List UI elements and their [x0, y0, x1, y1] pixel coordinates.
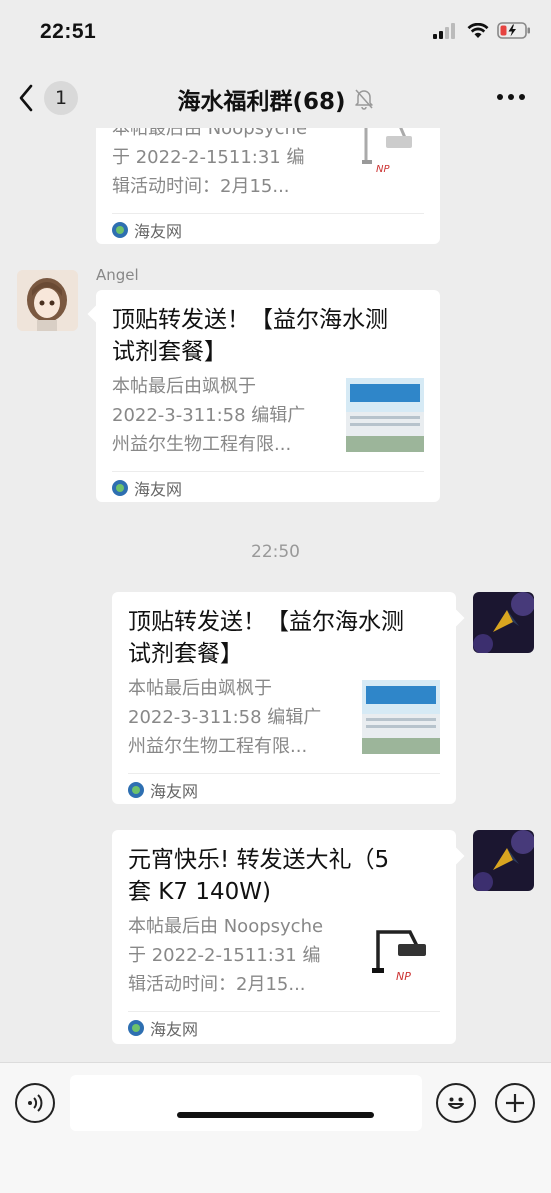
card-thumbnail: [346, 378, 424, 452]
building-image-icon: [362, 680, 440, 754]
voice-input-button[interactable]: [15, 1083, 55, 1123]
light-fixture-image-icon: NP: [362, 128, 412, 175]
card-title: 顶贴转发送！【益尔海水测 试剂套餐】: [112, 307, 388, 365]
message-timestamp: 22:50: [251, 542, 300, 562]
source-logo-icon: [128, 781, 144, 798]
smiley-icon: [448, 1097, 464, 1109]
link-card-message[interactable]: 顶贴转发送！【益尔海水测 试剂套餐】 本帖最后由飒枫于 2022-3-311:5…: [96, 290, 440, 502]
card-source: 海友网: [128, 773, 440, 805]
building-image-icon: [346, 378, 424, 452]
chat-message-list[interactable]: 本帖最后由 Noopsyche 于 2022-2-1511:31 编 辑活动时间…: [0, 128, 551, 1062]
fish-avatar-icon: [473, 830, 534, 891]
status-icons: [433, 22, 531, 39]
card-description: 本帖最后由飒枫于 2022-3-311:58 编辑广 州益尔生物工程有限...: [128, 678, 322, 757]
plus-icon: [506, 1094, 524, 1112]
card-description: 本帖最后由 Noopsyche 于 2022-2-1511:31 编 辑活动时间…: [112, 128, 308, 197]
status-time: 22:51: [40, 20, 97, 43]
card-title: 顶贴转发送！【益尔海水测 试剂套餐】: [128, 609, 404, 667]
message-input-bar: [0, 1062, 551, 1193]
avatar[interactable]: [473, 592, 534, 653]
card-thumbnail: NP: [346, 128, 424, 188]
cellular-signal-icon: [433, 22, 455, 39]
fish-avatar-icon: [473, 592, 534, 653]
link-card-message[interactable]: 元宵快乐! 转发送大礼（5 套 K7 140W) 本帖最后由 Noopsyche…: [112, 830, 456, 1044]
muted-bell-icon: [354, 89, 373, 110]
card-description: 本帖最后由飒枫于 2022-3-311:58 编辑广 州益尔生物工程有限...: [112, 376, 306, 455]
avatar[interactable]: [473, 830, 534, 891]
anime-girl-avatar-icon: [17, 270, 78, 331]
card-source: 海友网: [112, 213, 424, 245]
source-logo-icon: [128, 1019, 144, 1036]
light-fixture-image-icon: NP: [372, 930, 426, 983]
wifi-icon: [467, 22, 489, 38]
sender-name: Angel: [96, 266, 139, 284]
card-description: 本帖最后由 Noopsyche 于 2022-2-1511:31 编 辑活动时间…: [128, 916, 324, 995]
card-source: 海友网: [128, 1011, 440, 1043]
source-logo-icon: [112, 221, 128, 238]
home-indicator: [177, 1112, 374, 1118]
svg-text:NP: NP: [376, 164, 390, 175]
card-title: 元宵快乐! 转发送大礼（5 套 K7 140W): [128, 847, 390, 905]
voice-wave-icon: [28, 1094, 43, 1112]
chat-header: 1 海水福利群(68): [0, 66, 551, 128]
source-logo-icon: [112, 479, 128, 496]
status-bar: 22:51: [0, 0, 551, 66]
battery-charging-icon: [497, 22, 530, 39]
chat-title: 海水福利群(68): [177, 89, 346, 115]
brand-logo-text: NP: [396, 970, 411, 983]
card-thumbnail: NP: [362, 918, 440, 992]
card-thumbnail: [362, 680, 440, 754]
card-source: 海友网: [112, 471, 424, 503]
more-functions-button[interactable]: [495, 1083, 535, 1123]
avatar[interactable]: [17, 270, 78, 331]
message-text-input[interactable]: [70, 1075, 422, 1131]
more-options-button[interactable]: [497, 94, 525, 100]
emoji-button[interactable]: [436, 1083, 476, 1123]
link-card-message[interactable]: 本帖最后由 Noopsyche 于 2022-2-1511:31 编 辑活动时间…: [96, 128, 440, 244]
link-card-message[interactable]: 顶贴转发送！【益尔海水测 试剂套餐】 本帖最后由飒枫于 2022-3-311:5…: [112, 592, 456, 804]
chat-title-wrapper: 海水福利群(68): [0, 82, 551, 116]
